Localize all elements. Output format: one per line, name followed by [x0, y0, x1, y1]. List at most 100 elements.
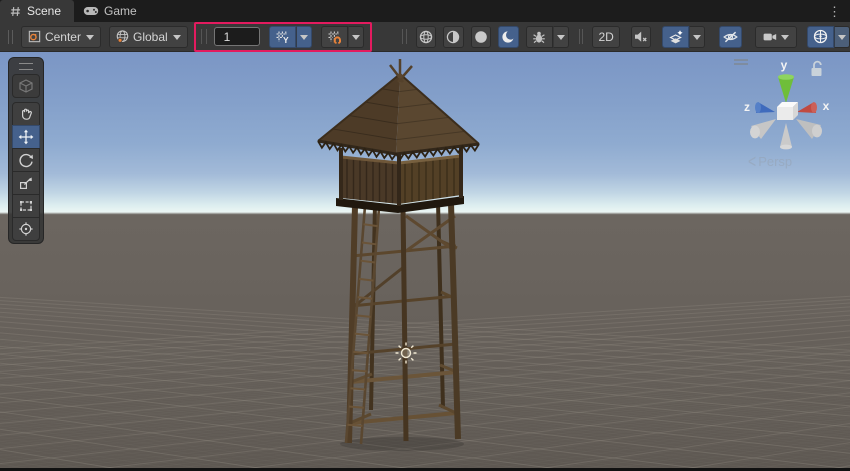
- scale-tool-icon: [18, 175, 34, 191]
- globe-icon: [115, 29, 130, 44]
- debug-mode-group: [526, 26, 569, 48]
- grid-snap-group: Y: [269, 26, 312, 48]
- tool-rect[interactable]: [12, 194, 40, 218]
- snap-increment-group: [321, 26, 364, 48]
- draw-mode-shaded-wireframe-button[interactable]: [443, 26, 463, 48]
- projection-label: Persp: [758, 154, 792, 169]
- axis-x-cone[interactable]: [797, 102, 817, 113]
- move-tool-icon: [18, 129, 34, 145]
- scene-viewport[interactable]: [0, 52, 850, 471]
- camera-settings-dropdown[interactable]: [755, 26, 797, 48]
- scene-visibility-toggle[interactable]: [719, 26, 742, 48]
- gamepad-icon: [83, 5, 99, 17]
- axis-z-cone[interactable]: [755, 102, 775, 113]
- toolbar-drag-handle[interactable]: [8, 30, 13, 44]
- hash-grid-icon: [9, 5, 22, 18]
- chevron-down-icon: [86, 35, 94, 40]
- chevron-down-icon: [838, 35, 846, 40]
- tool-move[interactable]: [12, 125, 40, 149]
- orbit-gizmo-icon: [812, 28, 829, 45]
- scene-toolbar: Center Global Y: [0, 22, 850, 52]
- axis-y-cone[interactable]: [778, 74, 794, 103]
- gizmos-toggle[interactable]: [807, 26, 834, 48]
- kebab-menu-icon[interactable]: ⋮: [828, 2, 841, 22]
- grid-snap-magnet-icon: [326, 29, 342, 45]
- tools-overlay: [8, 57, 44, 244]
- grid-size-input[interactable]: [214, 27, 260, 46]
- speaker-muted-icon: [633, 29, 649, 45]
- toolbar-divider: [201, 29, 207, 44]
- ground-grid: [0, 204, 850, 471]
- rect-tool-icon: [18, 198, 34, 214]
- tab-scene[interactable]: Scene: [0, 0, 74, 22]
- pivot-mode-dropdown[interactable]: Center: [21, 26, 101, 48]
- chevron-down-icon: [352, 35, 360, 40]
- gizmo-center-cube[interactable]: [777, 102, 798, 120]
- chevron-down-icon: [557, 35, 565, 40]
- chevron-down-icon: [693, 35, 701, 40]
- axis-z-label: z: [744, 100, 750, 114]
- tool-view-hand[interactable]: [12, 102, 40, 126]
- tab-scene-label: Scene: [27, 4, 61, 18]
- tab-game-label: Game: [104, 4, 137, 18]
- draw-mode-shaded-button[interactable]: [471, 26, 491, 48]
- mode-2d-label: 2D: [598, 30, 613, 44]
- draw-mode-wireframe-button[interactable]: [416, 26, 436, 48]
- axis-x-label: x: [823, 99, 830, 113]
- chevron-down-icon: [781, 35, 789, 40]
- toolbar-divider: [402, 29, 407, 44]
- layers-sparkle-icon: [668, 29, 684, 45]
- axis-y-label: y: [781, 58, 788, 72]
- tab-game[interactable]: Game: [74, 0, 150, 22]
- effects-toggle[interactable]: [662, 26, 689, 48]
- axis-neg-cone[interactable]: [780, 123, 792, 149]
- sphere-half-icon: [445, 29, 461, 45]
- tool-context-cube[interactable]: [12, 74, 40, 98]
- orientation-overlay-handle[interactable]: [734, 60, 748, 64]
- mode-2d-toggle[interactable]: 2D: [592, 26, 619, 48]
- padlock-open-icon[interactable]: [812, 62, 822, 76]
- gizmos-dropdown[interactable]: [834, 26, 850, 48]
- snap-axis-letter: Y: [283, 35, 289, 45]
- eye-slash-icon: [722, 29, 739, 45]
- handle-orientation-label: Global: [133, 30, 168, 44]
- transform-tool-icon: [18, 221, 34, 237]
- effects-dropdown[interactable]: [689, 26, 705, 48]
- snap-settings-highlight: Y: [194, 22, 372, 52]
- debug-mode-dropdown[interactable]: [553, 26, 569, 48]
- sphere-filled-icon: [473, 29, 489, 45]
- unity-scene-window: Scene Game ⋮ Center: [0, 0, 850, 471]
- pivot-mode-label: Center: [45, 30, 81, 44]
- chevron-left-icon: <: [748, 151, 756, 172]
- chevron-down-icon: [300, 35, 308, 40]
- scene-lighting-toggle[interactable]: [498, 26, 518, 48]
- gizmos-group: [807, 26, 850, 48]
- effects-group: [662, 26, 705, 48]
- chevron-down-icon: [173, 35, 181, 40]
- pivot-center-icon: [27, 29, 42, 44]
- toolbar-divider: [579, 29, 584, 44]
- grid-snap-dropdown[interactable]: [296, 26, 312, 48]
- projection-toggle[interactable]: < Persp: [748, 153, 792, 169]
- hand-pan-icon: [18, 106, 34, 122]
- audio-toggle[interactable]: [631, 26, 651, 48]
- debug-mode-button[interactable]: [526, 26, 553, 48]
- axis-neg-cone[interactable]: [796, 119, 822, 139]
- tab-bar: Scene Game ⋮: [0, 0, 850, 22]
- grid-snap-y-button[interactable]: Y: [269, 26, 296, 48]
- tool-scale[interactable]: [12, 171, 40, 195]
- sphere-wireframe-icon: [418, 29, 434, 45]
- axis-neg-cone[interactable]: [750, 119, 776, 139]
- tool-transform[interactable]: [12, 217, 40, 241]
- tool-rotate[interactable]: [12, 148, 40, 172]
- snap-increment-button[interactable]: [321, 26, 348, 48]
- tools-drag-handle[interactable]: [19, 63, 33, 70]
- snap-increment-dropdown[interactable]: [348, 26, 364, 48]
- cube-icon: [18, 78, 34, 94]
- orientation-gizmo-overlay: y z x: [734, 55, 844, 170]
- bug-icon: [531, 29, 547, 45]
- grid-snap-y-icon: Y: [274, 29, 290, 45]
- camera-icon: [762, 29, 778, 45]
- tower-shadow: [340, 437, 464, 451]
- handle-orientation-dropdown[interactable]: Global: [109, 26, 188, 48]
